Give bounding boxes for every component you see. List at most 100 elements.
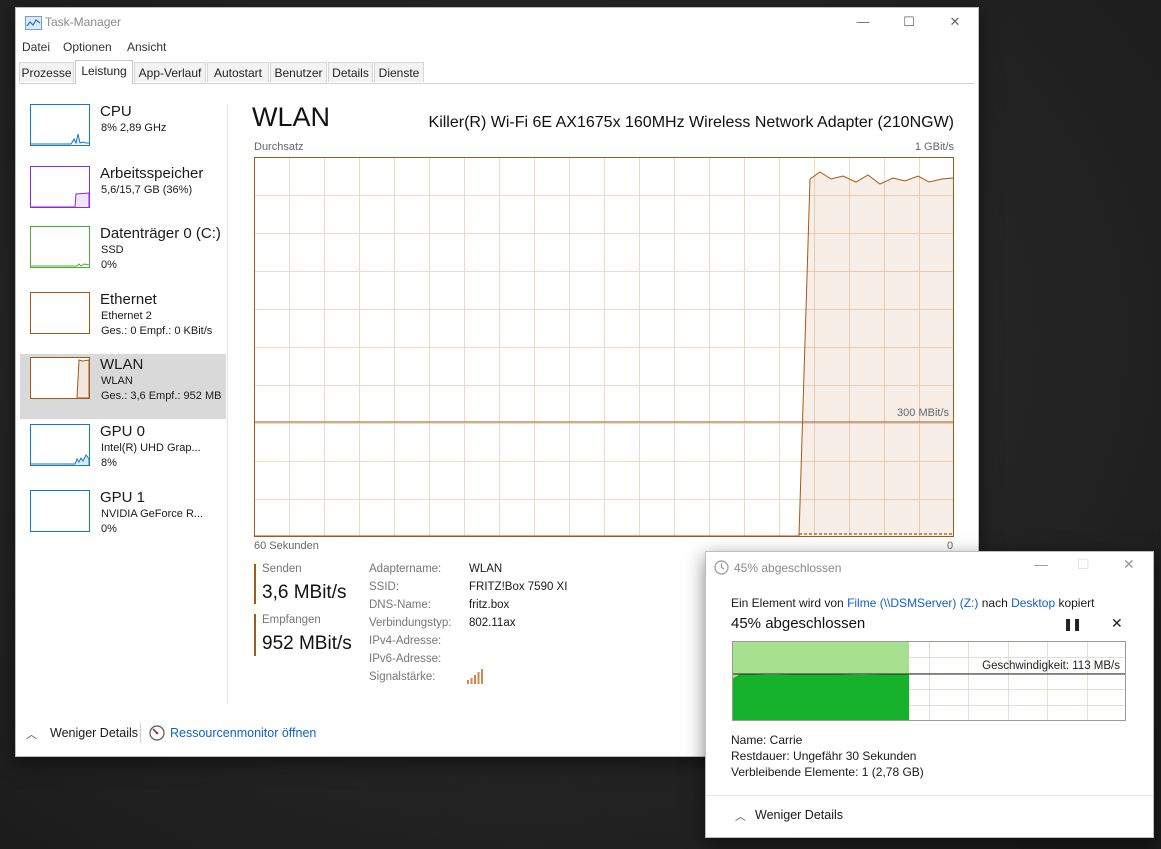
- page-title: WLAN: [252, 102, 331, 132]
- prop-key-signal: Signalstärke:: [369, 671, 436, 683]
- tab-autostart[interactable]: Autostart: [207, 62, 269, 82]
- sidebar-item-label: Datenträger 0 (C:): [100, 225, 221, 242]
- menu-optionen[interactable]: Optionen: [63, 40, 112, 54]
- window-title: Task-Manager: [45, 15, 122, 29]
- sidebar-item-disk[interactable]: Datenträger 0 (C:) SSD 0%: [20, 223, 226, 288]
- minimize-button[interactable]: —: [840, 8, 886, 36]
- remaining-time: Restdauer: Ungefähr 30 Sekunden: [731, 749, 917, 763]
- chevron-up-icon[interactable]: ︿: [735, 808, 746, 824]
- sidebar-item-cpu[interactable]: CPU 8% 2,89 GHz: [20, 101, 226, 166]
- cancel-button[interactable]: ✕: [1111, 615, 1123, 632]
- task-manager-icon: [25, 16, 42, 30]
- sidebar-item-usage: Ges.: 0 Empf.: 0 KBit/s: [101, 325, 213, 337]
- chevron-up-icon[interactable]: ︿: [26, 726, 37, 742]
- sidebar-item-detail: SSD: [101, 244, 124, 256]
- tab-prozesse[interactable]: Prozesse: [19, 62, 74, 82]
- sidebar-item-ethernet[interactable]: Ethernet Ethernet 2 Ges.: 0 Empf.: 0 KBi…: [20, 289, 226, 354]
- receive-value: 952 MBit/s: [262, 633, 352, 654]
- pause-button[interactable]: ❚❚: [1063, 617, 1082, 631]
- send-value: 3,6 MBit/s: [262, 582, 347, 603]
- destination-link[interactable]: Desktop: [1011, 596, 1055, 610]
- graph-mid-label: 300 MBit/s: [897, 407, 949, 419]
- sidebar-item-detail: 8% 2,89 GHz: [101, 122, 167, 134]
- sidebar-divider: [227, 105, 228, 704]
- ethernet-mini-graph: [30, 292, 90, 334]
- tab-dienste[interactable]: Dienste: [374, 62, 424, 82]
- prop-value-ssid: FRITZ!Box 7590 XI: [469, 581, 568, 593]
- disk-mini-graph: [30, 226, 90, 268]
- sidebar-item-detail: 5,6/15,7 GB (36%): [101, 184, 193, 196]
- resource-monitor-icon: [149, 725, 165, 741]
- resource-monitor-link[interactable]: Ressourcenmonitor öffnen: [170, 726, 316, 740]
- prop-value-connection-type: 802.11ax: [469, 617, 516, 629]
- prop-key-dns: DNS-Name:: [369, 599, 431, 611]
- throughput-graph: 300 MBit/s: [254, 157, 954, 537]
- sidebar-item-label: GPU 1: [100, 489, 146, 506]
- prop-value-dns: fritz.box: [469, 599, 510, 611]
- tab-benutzer[interactable]: Benutzer: [270, 62, 327, 82]
- dialog-divider: [706, 795, 1153, 796]
- maximize-button[interactable]: ☐: [886, 8, 932, 36]
- sidebar-item-label: GPU 0: [100, 423, 146, 440]
- sidebar-item-label: WLAN: [100, 356, 144, 373]
- copy-description: Ein Element wird von Filme (\\DSMServer)…: [731, 596, 1094, 610]
- tab-details[interactable]: Details: [328, 62, 373, 82]
- copy-progress-dialog: 45% abgeschlossen — ☐ ✕ Ein Element wird…: [705, 551, 1154, 838]
- sidebar-item-detail: Ethernet 2: [101, 310, 152, 322]
- sidebar-item-label: Ethernet: [100, 291, 157, 308]
- speed-area: [732, 674, 909, 721]
- remaining-items: Verbleibende Elemente: 1 (2,78 GB): [731, 765, 924, 779]
- close-button[interactable]: ✕: [932, 8, 978, 36]
- prop-key-adaptername: Adaptername:: [369, 563, 442, 575]
- gpu1-mini-graph: [30, 490, 90, 532]
- cpu-mini-graph: [30, 104, 90, 146]
- maximize-button: ☐: [1077, 556, 1090, 572]
- copy-speed-graph: Geschwindigkeit: 113 MB/s: [732, 641, 1126, 721]
- signal-strength-icon: [467, 669, 483, 684]
- sidebar-item-label: Arbeitsspeicher: [100, 165, 204, 182]
- close-button[interactable]: ✕: [1123, 556, 1135, 573]
- sidebar-item-gpu0[interactable]: GPU 0 Intel(R) UHD Grap... 8%: [20, 421, 226, 486]
- sidebar-item-detail: Intel(R) UHD Grap...: [101, 442, 201, 454]
- copy-description-text: kopiert: [1055, 596, 1095, 610]
- receive-label: Empfangen: [262, 614, 321, 626]
- send-indicator: [254, 564, 256, 604]
- tab-app-verlauf[interactable]: App-Verlauf: [134, 62, 206, 82]
- source-link[interactable]: Filme (\\DSMServer) (Z:): [847, 596, 978, 610]
- copy-description-text: nach: [978, 596, 1012, 610]
- sidebar-item-usage: 0%: [101, 259, 117, 271]
- sidebar-item-wlan[interactable]: WLAN WLAN Ges.: 3,6 Empf.: 952 MB: [20, 354, 226, 419]
- sidebar-item-gpu1[interactable]: GPU 1 NVIDIA GeForce R... 0%: [20, 487, 226, 552]
- sidebar-item-memory[interactable]: Arbeitsspeicher 5,6/15,7 GB (36%): [20, 163, 226, 228]
- speed-label: Geschwindigkeit: 113 MB/s: [982, 660, 1120, 672]
- fewer-details-button[interactable]: Weniger Details: [755, 808, 843, 822]
- graph-label: Durchsatz: [254, 141, 304, 153]
- sidebar-item-usage: 0%: [101, 523, 117, 535]
- title-bar[interactable]: Task-Manager — ☐ ✕: [16, 8, 978, 38]
- dialog-title: 45% abgeschlossen: [734, 561, 842, 575]
- sidebar-item-usage: 8%: [101, 457, 117, 469]
- copy-description-text: Ein Element wird von: [731, 596, 848, 610]
- percent-complete: 45% abgeschlossen: [731, 615, 866, 632]
- prop-key-ipv4: IPv4-Adresse:: [369, 635, 442, 647]
- send-label: Senden: [262, 563, 302, 575]
- menu-datei[interactable]: Datei: [22, 40, 50, 54]
- item-name: Name: Carrie: [731, 733, 803, 747]
- receive-indicator: [254, 614, 256, 656]
- minimize-button[interactable]: —: [1034, 556, 1048, 572]
- prop-value-adaptername: WLAN: [469, 563, 503, 575]
- fewer-details-button[interactable]: Weniger Details: [50, 726, 138, 740]
- receive-area: [254, 172, 953, 536]
- tab-bar: Prozesse Leistung App-Verlauf Autostart …: [19, 60, 974, 84]
- memory-mini-graph: [30, 166, 90, 208]
- footer-divider: [140, 723, 141, 743]
- tab-leistung[interactable]: Leistung: [75, 60, 133, 84]
- menu-ansicht[interactable]: Ansicht: [127, 40, 166, 54]
- sidebar-item-detail: WLAN: [101, 375, 133, 387]
- prop-key-connection-type: Verbindungstyp:: [369, 617, 452, 629]
- graph-time-left: 60 Sekunden: [254, 540, 319, 552]
- graph-max-label: 1 GBit/s: [914, 141, 954, 153]
- sidebar-item-detail: NVIDIA GeForce R...: [101, 508, 204, 520]
- gpu0-mini-graph: [30, 424, 90, 466]
- wlan-mini-graph: [30, 357, 90, 399]
